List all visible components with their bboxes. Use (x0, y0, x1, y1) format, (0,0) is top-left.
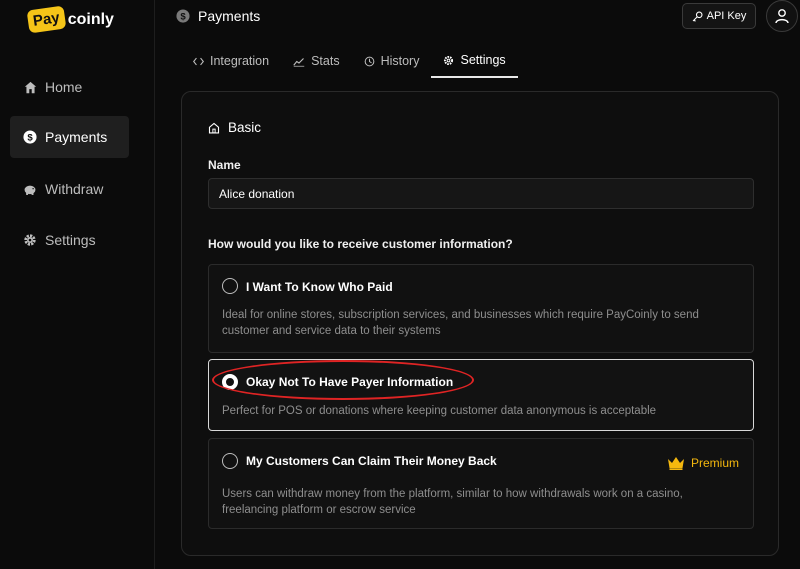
svg-text:$: $ (27, 133, 33, 144)
dollar-icon: $ (23, 130, 37, 144)
radio-button[interactable] (222, 453, 238, 469)
sidebar-item-settings[interactable]: Settings (10, 219, 129, 261)
tab-label: Integration (210, 54, 270, 68)
svg-text:$: $ (180, 12, 186, 23)
name-label: Name (208, 158, 241, 172)
api-key-button[interactable]: API Key (682, 3, 756, 29)
option-description: Users can withdraw money from the platfo… (222, 488, 683, 516)
sidebar: Pay coinly Home $ Payments Withdraw Sett… (0, 0, 155, 569)
tab-settings[interactable]: Settings (431, 44, 518, 78)
premium-label: Premium (690, 456, 739, 470)
radio-button[interactable] (222, 278, 238, 294)
page-title: $ Payments (176, 8, 260, 24)
avatar[interactable] (766, 0, 798, 32)
home-outline-icon (208, 122, 220, 133)
sidebar-item-home[interactable]: Home (10, 66, 129, 108)
tab-history[interactable]: History (352, 44, 432, 78)
name-input[interactable] (208, 178, 754, 209)
logo[interactable]: Pay coinly (26, 5, 114, 34)
option-title: My Customers Can Claim Their Money Back (246, 454, 497, 468)
tab-label: Stats (311, 54, 340, 68)
crown-icon (667, 457, 684, 470)
sidebar-item-label: Payments (45, 129, 108, 145)
piggy-bank-icon (23, 182, 37, 196)
option-no-payer-info[interactable]: Okay Not To Have Payer Information Perfe… (208, 359, 754, 431)
sidebar-item-label: Withdraw (45, 181, 104, 197)
premium-badge: Premium (667, 456, 739, 470)
question-label: How would you like to receive customer i… (208, 237, 513, 251)
tab-label: History (380, 54, 420, 68)
page-title-text: Payments (198, 8, 261, 24)
tab-stats[interactable]: Stats (281, 44, 352, 78)
logo-text: coinly (67, 10, 114, 28)
tab-label: Settings (460, 53, 506, 67)
gear-icon (444, 55, 454, 65)
key-icon (692, 10, 703, 22)
sidebar-item-label: Home (45, 79, 83, 95)
dollar-icon: $ (176, 9, 190, 23)
option-title: I Want To Know Who Paid (246, 280, 393, 294)
option-description: Ideal for online stores, subscription se… (222, 309, 699, 337)
radio-button-selected[interactable] (222, 374, 238, 390)
chart-line-icon (293, 57, 305, 67)
home-icon (23, 80, 37, 94)
tab-bar: Integration Stats History Settings (181, 44, 518, 78)
option-claim-money-back[interactable]: My Customers Can Claim Their Money Back … (208, 438, 754, 529)
user-icon (775, 9, 789, 24)
sidebar-item-withdraw[interactable]: Withdraw (10, 168, 129, 210)
sidebar-item-label: Settings (45, 232, 96, 248)
api-key-label: API Key (706, 10, 747, 22)
code-icon (193, 57, 204, 65)
history-icon (364, 56, 374, 66)
gear-icon (23, 233, 37, 247)
option-know-who-paid[interactable]: I Want To Know Who Paid Ideal for online… (208, 264, 754, 353)
section-title: Basic (208, 120, 261, 135)
header: $ Payments API Key (156, 0, 800, 40)
section-title-text: Basic (228, 120, 262, 135)
settings-card: Basic Name How would you like to receive… (181, 91, 779, 556)
logo-badge: Pay (26, 5, 67, 34)
option-title: Okay Not To Have Payer Information (246, 375, 454, 389)
sidebar-item-payments[interactable]: $ Payments (10, 116, 129, 158)
tab-integration[interactable]: Integration (181, 44, 281, 78)
option-description: Perfect for POS or donations where keepi… (222, 405, 657, 417)
